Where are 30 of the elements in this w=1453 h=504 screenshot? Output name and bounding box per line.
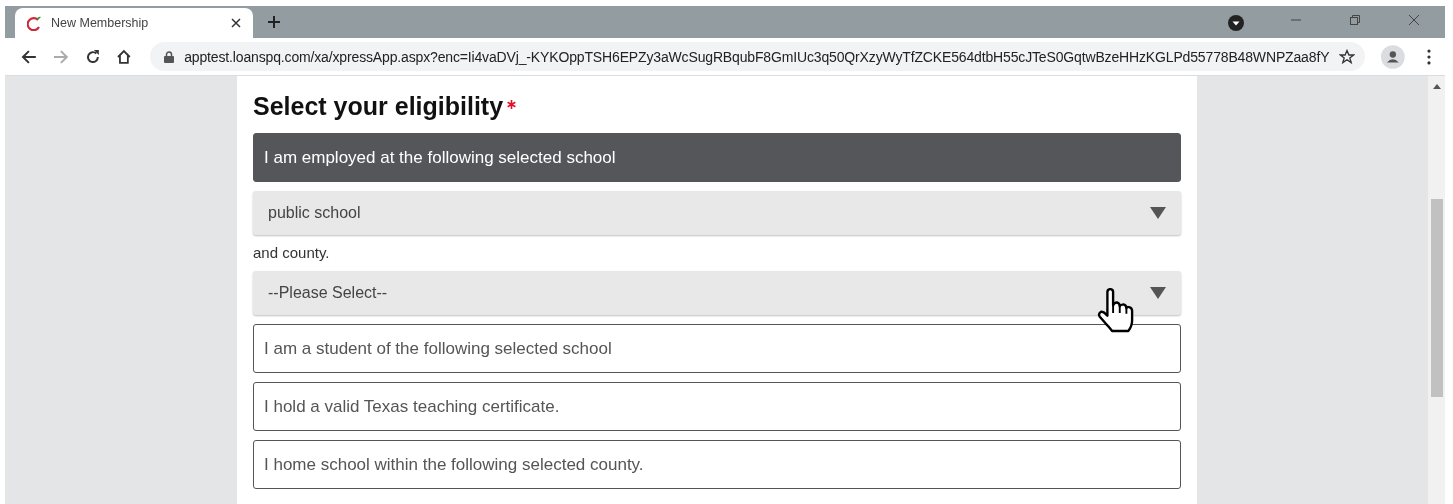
star-icon[interactable]: [1339, 48, 1356, 65]
caret-icon: [1150, 287, 1166, 299]
section-heading: Select your eligibility: [253, 92, 504, 121]
dropdown-select[interactable]: --Please Select--: [253, 271, 1181, 315]
dropdown-select[interactable]: public school: [253, 191, 1181, 235]
eligibility-option[interactable]: I hold a valid Texas teaching certificate.: [253, 382, 1181, 431]
tab-title: New Membership: [51, 16, 150, 30]
scrollbar[interactable]: [1428, 76, 1445, 504]
eligibility-option[interactable]: I am employed at the following selected school: [253, 133, 1181, 182]
dropdown-circle-icon[interactable]: [1228, 15, 1244, 31]
scroll-up-arrow-icon[interactable]: [1432, 84, 1441, 89]
profile-avatar-icon[interactable]: [1381, 44, 1406, 69]
browser-tab[interactable]: New Membership: [15, 8, 253, 38]
scrollbar-thumb[interactable]: [1430, 199, 1443, 397]
home-icon[interactable]: [116, 48, 133, 65]
reload-icon[interactable]: [84, 48, 101, 65]
close-tab-icon[interactable]: [231, 18, 241, 28]
hand-cursor-icon: [1096, 288, 1134, 334]
caret-icon: [1150, 207, 1166, 219]
new-tab-icon[interactable]: [267, 15, 281, 29]
close-icon[interactable]: [1408, 14, 1420, 26]
lock-icon: [164, 50, 175, 63]
apple-logo-icon: [27, 15, 43, 31]
eligibility-option[interactable]: I am a student of the following selected school: [253, 324, 1181, 373]
menu-icon[interactable]: [1427, 48, 1431, 65]
restore-icon[interactable]: [1349, 14, 1361, 26]
back-arrow-icon[interactable]: [21, 48, 37, 65]
address-bar[interactable]: apptest.loanspq.com/xa/xpressApp.aspx?enc=Ii4vaDVj_-KYKOppTSH6EPZy3aWcSugRBqubF8GmIUc3q50QrXzyWyTfZCKE564dtbH55cJTeS0GqtwBzeHHzKGLPd55778B48WNPZaa8fY: [150, 42, 1366, 71]
eligibility-option[interactable]: I home school within the following selected county.: [253, 440, 1181, 489]
field-label: and county.: [253, 244, 331, 261]
